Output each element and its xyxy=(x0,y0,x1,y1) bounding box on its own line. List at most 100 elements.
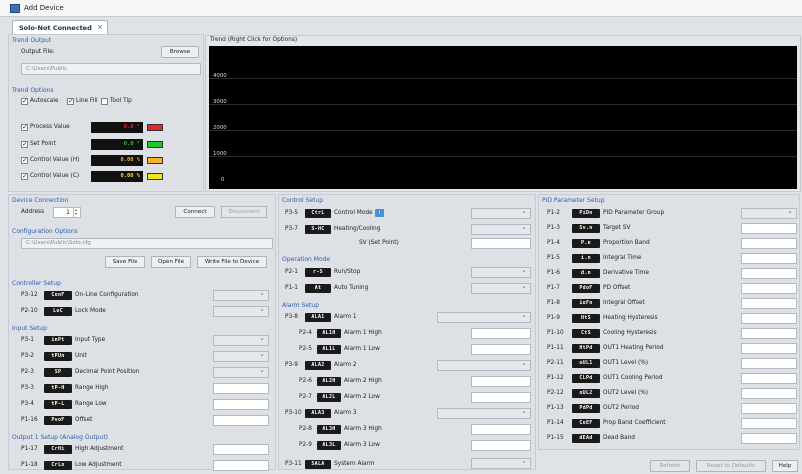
param-label: Prop Band Coefficient xyxy=(603,420,666,426)
lcd-label: CtrL xyxy=(305,209,331,218)
connect-button[interactable]: Connect xyxy=(175,206,215,218)
param-label: Alarm 1 xyxy=(334,314,357,320)
input-type-select[interactable] xyxy=(213,334,269,346)
offset-input[interactable] xyxy=(213,415,269,426)
pid-value-input[interactable] xyxy=(741,328,797,339)
set-point-display: 0.0 ° xyxy=(91,139,143,150)
write-file-button[interactable]: Write File to Device xyxy=(197,256,267,268)
cv-cooling-checkbox[interactable] xyxy=(21,172,28,180)
alarm-3-high-input[interactable] xyxy=(471,424,531,435)
pid-value-input[interactable] xyxy=(741,223,797,234)
sv-input[interactable] xyxy=(471,238,531,249)
pid-value-input[interactable] xyxy=(741,433,797,444)
pid-value-input[interactable] xyxy=(741,298,797,309)
range-high-input[interactable] xyxy=(213,383,269,394)
open-file-button[interactable]: Open File xyxy=(151,256,191,268)
close-icon[interactable]: × xyxy=(97,23,103,31)
lcd-label: At xyxy=(305,284,331,293)
low-adjustment-input[interactable] xyxy=(213,460,269,471)
pid-value-input[interactable] xyxy=(741,373,797,384)
cv-heating-color[interactable] xyxy=(147,157,163,164)
process-value-checkbox[interactable] xyxy=(21,123,28,131)
param-label: Alarm 2 Low xyxy=(344,394,380,400)
pid-setup-heading: PID Parameter Setup xyxy=(542,197,605,204)
param-label: Alarm 3 xyxy=(334,410,357,416)
autoscale-checkbox[interactable] xyxy=(21,97,28,105)
disconnect-button[interactable]: Disconnect xyxy=(221,206,267,218)
online-config-select[interactable] xyxy=(213,289,269,301)
reset-defaults-button[interactable]: Reset to Defaults xyxy=(696,460,766,472)
save-file-button[interactable]: Save File xyxy=(105,256,145,268)
set-point-color[interactable] xyxy=(147,141,163,148)
pid-value-input[interactable] xyxy=(741,388,797,399)
lock-mode-select[interactable] xyxy=(213,305,269,317)
pid-value-input[interactable] xyxy=(741,238,797,249)
pid-value-input[interactable] xyxy=(741,358,797,369)
alarm-2-low-input[interactable] xyxy=(471,392,531,403)
address-spinner[interactable] xyxy=(73,207,81,218)
refresh-button[interactable]: Refresh xyxy=(650,460,690,472)
param-code: P1-14 xyxy=(547,420,564,426)
unit-select[interactable] xyxy=(213,350,269,362)
alarm-2-select[interactable] xyxy=(437,359,531,371)
y-tick-label: 1000 xyxy=(213,151,227,157)
pid-value-input[interactable] xyxy=(741,253,797,264)
config-options-heading: Configuration Options xyxy=(12,228,78,235)
trend-plot[interactable]: 4000 3000 2000 1000 0 xyxy=(209,46,797,189)
pid-group-select[interactable] xyxy=(741,207,797,219)
info-icon[interactable]: i xyxy=(375,209,384,217)
param-code: P1-2 xyxy=(547,210,560,216)
device-config-panel: Device Connection Address 1 Connect Disc… xyxy=(8,194,276,471)
run-stop-select[interactable] xyxy=(471,266,531,278)
alarm-1-low-input[interactable] xyxy=(471,344,531,355)
param-label: Alarm 1 High xyxy=(344,330,382,336)
high-adjustment-input[interactable] xyxy=(213,444,269,455)
param-label: Unit xyxy=(75,353,87,359)
cv-heating-checkbox[interactable] xyxy=(21,156,28,164)
system-alarm-select[interactable] xyxy=(471,457,531,469)
pid-value-input[interactable] xyxy=(741,283,797,294)
device-connection-heading: Device Connection xyxy=(12,197,69,204)
param-code: P2-1 xyxy=(285,269,298,275)
pid-value-input[interactable] xyxy=(741,313,797,324)
lcd-label: CoEF xyxy=(572,419,600,428)
param-label: Offset xyxy=(75,417,93,423)
cv-cooling-color[interactable] xyxy=(147,173,163,180)
tab-solo[interactable]: Solo-Not Connected × xyxy=(12,20,108,34)
param-code: P1-7 xyxy=(547,285,560,291)
alarm-1-high-input[interactable] xyxy=(471,328,531,339)
gridline xyxy=(209,78,797,79)
param-label: Target SV xyxy=(603,225,631,231)
pid-value-input[interactable] xyxy=(741,268,797,279)
param-label: Heating Hysteresis xyxy=(603,315,658,321)
help-button[interactable]: Help xyxy=(772,460,798,472)
pid-value-input[interactable] xyxy=(741,343,797,354)
y-tick-label: 0 xyxy=(221,177,225,183)
heating-cooling-select[interactable] xyxy=(471,223,531,235)
set-point-checkbox[interactable] xyxy=(21,140,28,148)
tab-label: Solo-Not Connected xyxy=(19,24,92,32)
alarm-3-low-input[interactable] xyxy=(471,440,531,451)
sv-label: SV (Set Point) xyxy=(359,240,399,246)
autoscale-label: Autoscale xyxy=(30,98,59,104)
param-code: P1-11 xyxy=(547,345,564,351)
alarm-3-select[interactable] xyxy=(437,407,531,419)
alarm-2-high-input[interactable] xyxy=(471,376,531,387)
line-fill-label: Line Fill xyxy=(76,98,98,104)
range-low-input[interactable] xyxy=(213,399,269,410)
param-label: Low Adjustment xyxy=(75,462,122,468)
process-value-color[interactable] xyxy=(147,124,163,131)
line-fill-checkbox[interactable] xyxy=(67,97,74,105)
control-mode-select[interactable] xyxy=(471,207,531,219)
operation-mode-heading: Operation Mode xyxy=(282,256,331,263)
tool-tip-checkbox[interactable] xyxy=(101,98,108,105)
pid-value-input[interactable] xyxy=(741,418,797,429)
auto-tuning-select[interactable] xyxy=(471,282,531,294)
browse-button[interactable]: Browse xyxy=(161,46,199,58)
alarm-1-select[interactable] xyxy=(437,311,531,323)
decimal-point-select[interactable] xyxy=(213,366,269,378)
lcd-label: AL1L xyxy=(317,345,341,354)
window-title: Add Device xyxy=(24,4,64,12)
pid-value-input[interactable] xyxy=(741,403,797,414)
param-label: Proportion Band xyxy=(603,240,650,246)
